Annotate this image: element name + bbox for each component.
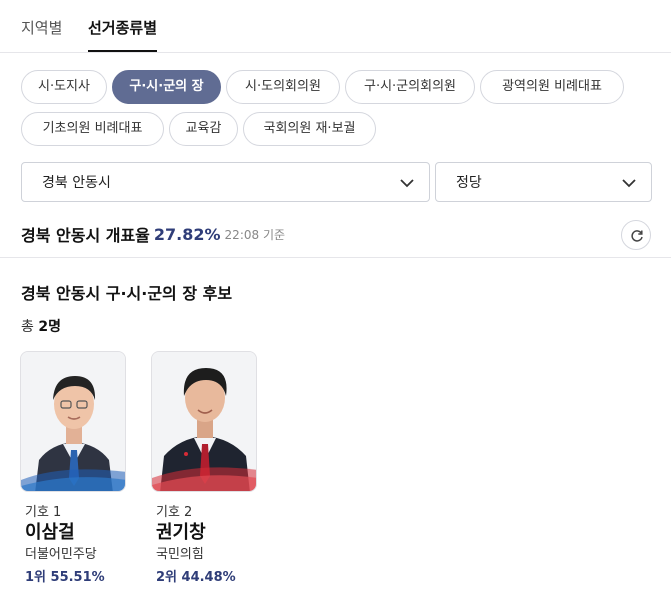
chevron-down-icon xyxy=(400,179,414,188)
candidate-name: 이삼걸 xyxy=(25,522,75,543)
chip-local-council[interactable]: 구·시·군의회의원 xyxy=(345,70,475,104)
chip-education-superintendent[interactable]: 교육감 xyxy=(169,112,238,146)
chip-provincial-council[interactable]: 시·도의회의원 xyxy=(226,70,340,104)
candidate-result: 1위 55.51% xyxy=(25,570,105,585)
top-tab-bar: 지역별 선거종류별 xyxy=(0,0,671,52)
candidate-photo xyxy=(20,351,126,492)
count-rate-label: 경북 안동시 개표율 xyxy=(21,226,150,245)
chip-provincial-proportional[interactable]: 광역의원 비례대표 xyxy=(480,70,624,104)
candidate-photo xyxy=(151,351,257,492)
chip-mayor[interactable]: 구·시·군의 장 xyxy=(112,70,221,104)
party-select[interactable]: 정당 xyxy=(435,162,652,202)
chip-by-election[interactable]: 국회의원 재·보궐 xyxy=(243,112,376,146)
candidate-result: 2위 44.48% xyxy=(156,570,236,585)
candidate-card[interactable]: 기호 2 권기창 국민의힘 2위 44.48% xyxy=(151,351,257,585)
chip-governor[interactable]: 시·도지사 xyxy=(21,70,107,104)
tab-divider xyxy=(0,52,671,53)
party-select-value: 정당 xyxy=(456,175,482,191)
count-rate-row: 경북 안동시 개표율 27.82% 22:08 기준 xyxy=(21,222,285,246)
count-rate-time: 22:08 기준 xyxy=(224,227,286,242)
section-divider xyxy=(0,257,671,258)
region-select[interactable]: 경북 안동시 xyxy=(21,162,430,202)
chevron-down-icon xyxy=(622,179,636,188)
refresh-button[interactable] xyxy=(621,220,651,250)
candidate-party: 국민의힘 xyxy=(156,547,204,562)
chip-local-proportional[interactable]: 기초의원 비례대표 xyxy=(21,112,164,146)
candidate-card[interactable]: 기호 1 이삼걸 더불어민주당 1위 55.51% xyxy=(20,351,126,585)
tab-election-type[interactable]: 선거종류별 xyxy=(88,18,158,52)
refresh-icon xyxy=(631,230,643,242)
candidate-name: 권기창 xyxy=(156,522,206,543)
tab-region[interactable]: 지역별 xyxy=(21,18,62,38)
candidate-total: 총 2명 xyxy=(21,319,61,335)
region-select-value: 경북 안동시 xyxy=(42,175,111,191)
count-rate-value: 27.82% xyxy=(153,224,221,244)
candidate-party: 더불어민주당 xyxy=(25,547,97,562)
section-title: 경북 안동시 구·시·군의 장 후보 xyxy=(21,284,233,303)
